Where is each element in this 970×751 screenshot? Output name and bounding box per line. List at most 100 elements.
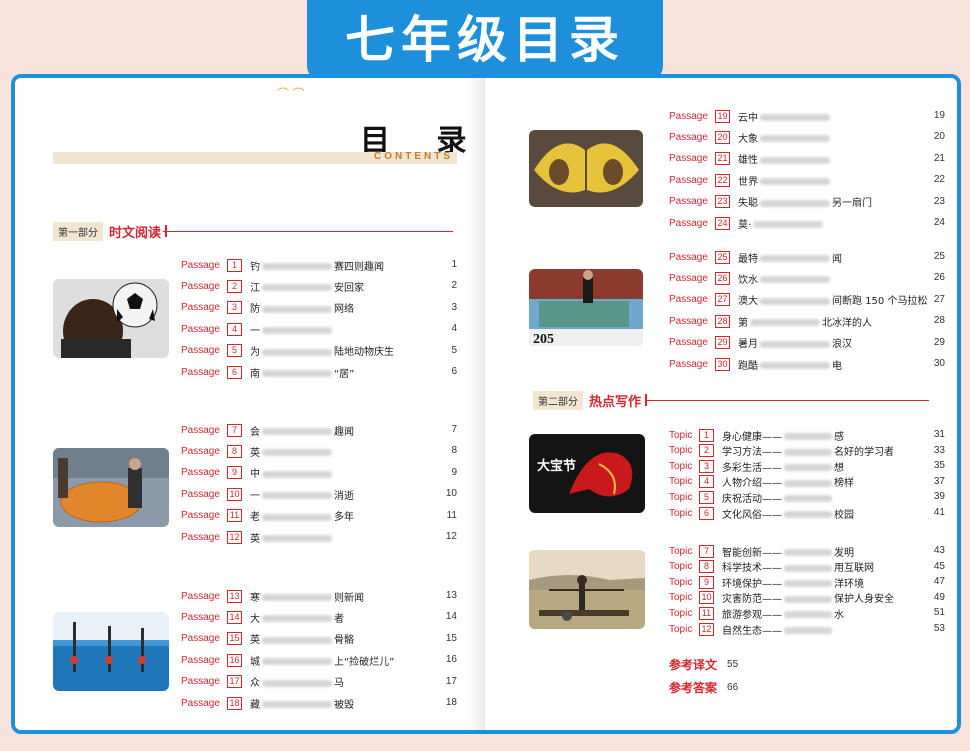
passage-row[interactable]: Passage 1 钓 赛四则趣闻 bbox=[181, 255, 384, 275]
entry-number: 8 bbox=[699, 560, 714, 574]
passage-row[interactable]: Passage 20 大象 bbox=[669, 127, 832, 147]
entry-page: 10 bbox=[445, 488, 457, 500]
entry-title-visible: 失聪 bbox=[738, 198, 758, 210]
section-writing: 第二部分 热点写作 bbox=[533, 390, 648, 410]
passage-row[interactable]: Passage 7 会 趣闻 bbox=[181, 420, 354, 440]
passage-row[interactable]: Passage 30 跑酷 电 bbox=[669, 354, 842, 374]
entry-title: 防 网络 bbox=[250, 300, 354, 315]
blurred-text bbox=[262, 370, 332, 377]
entry-number: 5 bbox=[227, 344, 242, 358]
entry-number: 3 bbox=[227, 301, 242, 315]
passage-row[interactable]: Passage 17 众马 bbox=[181, 672, 344, 692]
entry-number: 22 bbox=[715, 173, 730, 187]
entry-number: 12 bbox=[227, 530, 242, 544]
passage-row[interactable]: Passage 14 大者 bbox=[181, 607, 344, 627]
entry-label: Passage bbox=[181, 654, 220, 666]
passage-row[interactable]: Passage 2 江 安回家 bbox=[181, 276, 364, 296]
blurred-text bbox=[784, 564, 832, 572]
entry-number: 21 bbox=[715, 152, 730, 166]
photo-banana-art bbox=[529, 130, 643, 207]
entry-title: 南 “居” bbox=[250, 365, 354, 380]
passage-row[interactable]: Passage 28 第 北冰洋的人 bbox=[669, 311, 872, 331]
passage-row[interactable]: Passage 10 一 消逝 bbox=[181, 484, 354, 504]
passage-row[interactable]: Passage 11 老 多年 bbox=[181, 506, 354, 526]
section-title: 时文阅读 bbox=[109, 225, 162, 241]
blurred-text bbox=[262, 701, 332, 708]
passage-row[interactable]: Passage 24 莫· bbox=[669, 213, 825, 233]
entry-number: 30 bbox=[715, 357, 730, 371]
passage-row[interactable]: Passage 26 饮水 bbox=[669, 268, 832, 288]
entry-title-visible: 暑月 bbox=[738, 339, 758, 351]
blurred-text bbox=[262, 535, 332, 542]
entry-label: Topic bbox=[669, 507, 693, 519]
passage-row[interactable]: Passage 8 英 bbox=[181, 441, 334, 461]
passage-row[interactable]: Passage 18 藏 被毁 bbox=[181, 693, 354, 713]
passage-row[interactable]: Passage 19 云中 bbox=[669, 106, 832, 126]
entry-number: 26 bbox=[715, 271, 730, 285]
entry-title: 饮水 bbox=[738, 271, 832, 286]
entry-label: Topic bbox=[669, 460, 693, 472]
photo-bottle-wall: 205 bbox=[529, 269, 643, 346]
entry-title-visible: 南 bbox=[250, 368, 260, 380]
passage-row[interactable]: Passage 16 城 上“捡破烂儿” bbox=[181, 650, 394, 670]
topic-row[interactable]: Topic 6 文化风俗—— 校园 bbox=[669, 503, 854, 523]
topic-row[interactable]: Topic 12 自然生态—— bbox=[669, 619, 834, 639]
entry-number: 9 bbox=[699, 575, 714, 589]
entry-page: 45 bbox=[933, 560, 945, 572]
book-spread: ⌒ ⌒ 目 录 CONTENTS 第一部分 时文阅读 Passage 1 钓 赛… bbox=[11, 74, 961, 734]
entry-label: Passage bbox=[669, 272, 708, 284]
entry-label: Topic bbox=[669, 445, 693, 457]
entry-label: Topic bbox=[669, 429, 693, 441]
passage-row[interactable]: Passage 5 为 陆地动物庆生 bbox=[181, 341, 394, 361]
entry-number: 11 bbox=[699, 606, 714, 620]
entry-title-visible: 莫· bbox=[738, 219, 752, 231]
passage-row[interactable]: Passage 27 澳大 间断跑 150 个马拉松 bbox=[669, 290, 927, 310]
entry-label: Topic bbox=[669, 592, 693, 604]
passage-row[interactable]: Passage 12 英 bbox=[181, 527, 334, 547]
entry-title-visible: 世界 bbox=[738, 176, 758, 188]
birds-icon: ⌒ ⌒ bbox=[277, 87, 305, 101]
entry-number: 14 bbox=[227, 610, 242, 624]
entry-label: Passage bbox=[181, 467, 220, 479]
passage-row[interactable]: Passage 9 中 bbox=[181, 463, 334, 483]
passage-row[interactable]: Passage 4 一 bbox=[181, 319, 334, 339]
entry-page: 28 bbox=[933, 315, 945, 327]
entry-number: 13 bbox=[227, 589, 242, 603]
passage-row[interactable]: Passage 29 暑月 浪汉 bbox=[669, 333, 852, 353]
entry-title-visible: 马 bbox=[334, 678, 344, 690]
section-title: 热点写作 bbox=[589, 394, 642, 410]
ref-answers[interactable]: 参考答案 66 bbox=[669, 679, 738, 696]
entry-label: Passage bbox=[181, 366, 220, 378]
entry-page: 41 bbox=[933, 507, 945, 518]
ref-translation[interactable]: 参考译文 55 bbox=[669, 656, 738, 673]
entry-label: Passage bbox=[181, 445, 220, 457]
contents-bar: CONTENTS bbox=[53, 151, 457, 164]
passage-row[interactable]: Passage 22 世界 bbox=[669, 170, 832, 190]
entry-title: 大象 bbox=[738, 130, 832, 145]
entry-title: 最特 闻 bbox=[738, 250, 842, 265]
entry-label: Topic bbox=[669, 545, 693, 557]
entry-label: Passage bbox=[181, 510, 220, 522]
photo-caption: 大宝节 bbox=[537, 458, 576, 474]
passage-row[interactable]: Passage 15 英 骨骼 bbox=[181, 629, 354, 649]
passage-row[interactable]: Passage 21 雄性 bbox=[669, 149, 832, 169]
passage-row[interactable]: Passage 3 防 网络 bbox=[181, 298, 354, 318]
ref-page: 66 bbox=[727, 682, 739, 693]
entry-title-visible: 浪汉 bbox=[832, 339, 852, 351]
passage-row[interactable]: Passage 6 南 “居” bbox=[181, 362, 354, 382]
entry-title-visible: 江 bbox=[250, 282, 260, 294]
entry-title: 澳大 间断跑 150 个马拉松 bbox=[738, 292, 927, 307]
passage-row[interactable]: Passage 25 最特 闻 bbox=[669, 247, 842, 267]
passage-row[interactable]: Passage 13 寒 则新闻 bbox=[181, 586, 364, 606]
entry-label: Passage bbox=[669, 294, 708, 306]
entry-label: Passage bbox=[181, 697, 220, 709]
photo-dragon-dance: 大宝节 bbox=[529, 434, 645, 513]
blurred-text bbox=[760, 178, 830, 186]
entry-label: Passage bbox=[181, 611, 220, 623]
photo-football-player bbox=[53, 279, 169, 358]
passage-row[interactable]: Passage 23 失聪 另一扇门 bbox=[669, 192, 872, 212]
blurred-text bbox=[262, 492, 332, 500]
entry-label: Passage bbox=[181, 531, 220, 543]
entry-page: 49 bbox=[933, 591, 945, 603]
entry-title-visible: 一 bbox=[250, 325, 260, 337]
